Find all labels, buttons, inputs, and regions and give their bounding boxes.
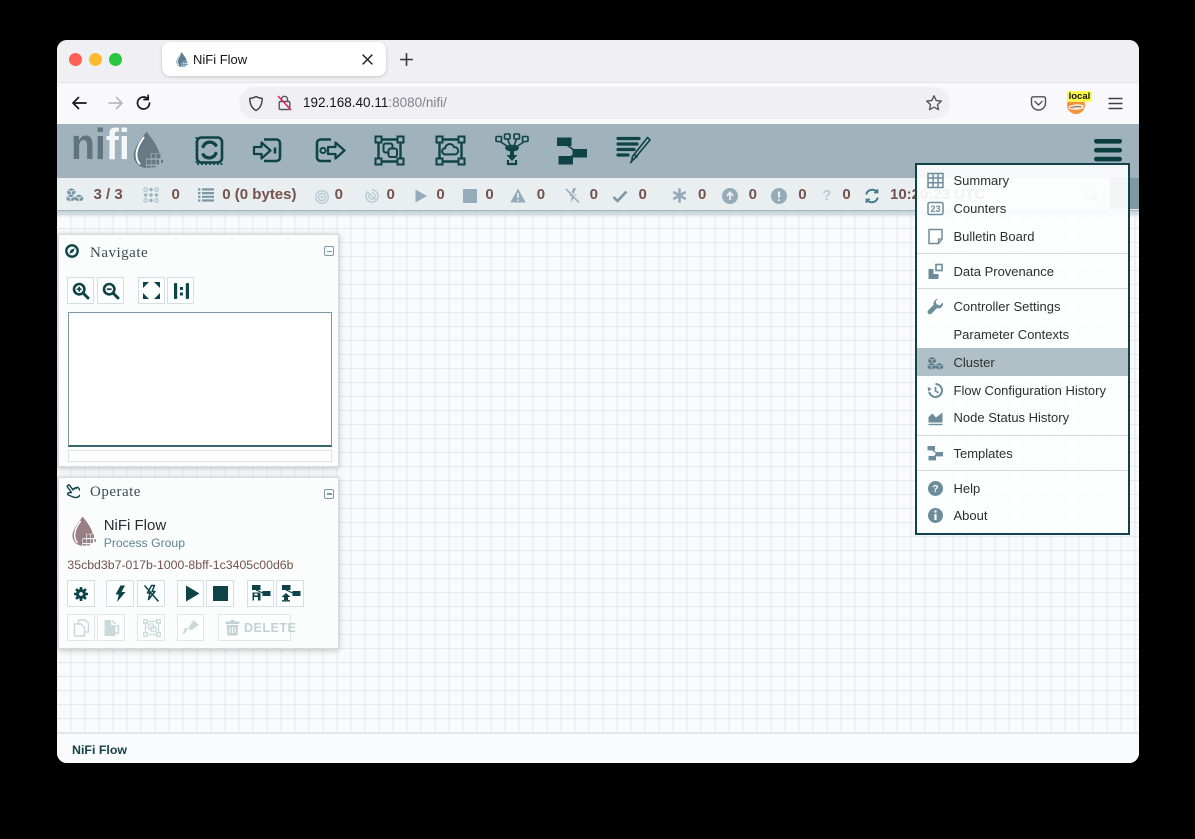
svg-text:?: ? (932, 483, 938, 495)
svg-text:23: 23 (930, 204, 940, 214)
